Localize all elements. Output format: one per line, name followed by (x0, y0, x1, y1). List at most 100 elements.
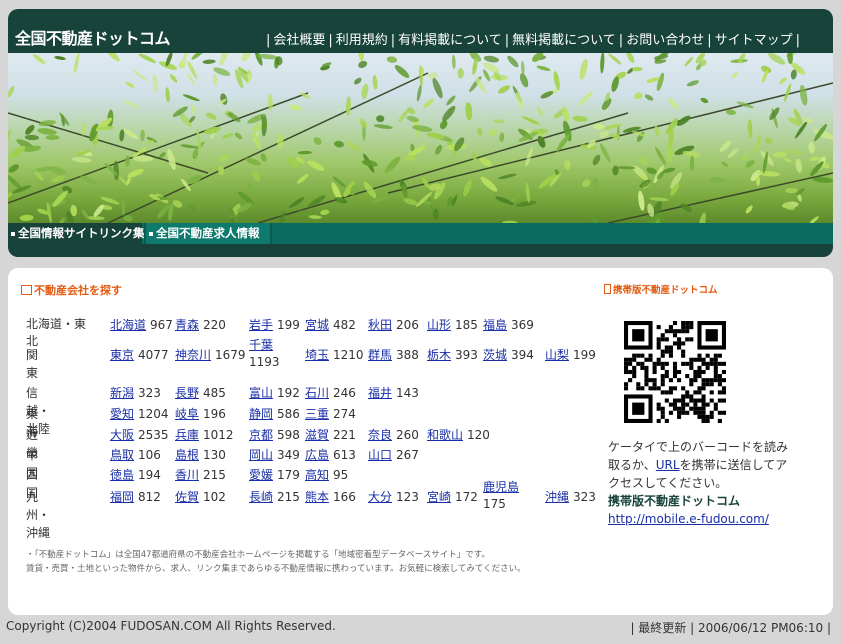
prefecture-link[interactable]: 石川 (305, 386, 329, 400)
qr-module (677, 414, 682, 419)
qr-module (693, 410, 698, 415)
company-count: 196 (203, 407, 226, 421)
prefecture-link[interactable]: 岐阜 (175, 407, 199, 421)
prefecture-link[interactable]: 秋田 (368, 318, 392, 332)
company-count: 102 (203, 490, 226, 504)
prefecture-link[interactable]: 徳島 (110, 468, 134, 482)
prefecture-item: 長崎 215 (249, 488, 300, 506)
qr-module (668, 353, 673, 358)
mobile-site-link[interactable]: http://mobile.e-fudou.com/ (608, 512, 769, 526)
site-logo[interactable]: 全国不動産ドットコム (15, 25, 171, 49)
banner-leaf (205, 112, 217, 120)
prefecture-link[interactable]: 山形 (427, 318, 451, 332)
prefecture-link[interactable]: 千葉 (249, 338, 273, 352)
prefecture-item: 群馬 388 (368, 346, 419, 364)
nav-contact[interactable]: お問い合わせ (626, 33, 704, 48)
qr-module (705, 418, 710, 423)
qr-module (697, 369, 702, 375)
note-line-1: ・「不動産ドットコム」は全国47都道府県の不動産会社ホームページを掲載する「地域… (26, 550, 490, 560)
prefecture-link[interactable]: 愛知 (110, 407, 134, 421)
qr-module (713, 378, 718, 383)
qr-module (664, 390, 669, 395)
prefecture-link[interactable]: 岡山 (249, 448, 273, 462)
prefecture-link[interactable]: 岩手 (249, 318, 273, 332)
qr-module (693, 390, 698, 395)
qr-module (697, 398, 702, 403)
banner-leaf (376, 115, 385, 123)
prefecture-link[interactable]: 神奈川 (175, 348, 211, 362)
prefecture-link[interactable]: 東京 (110, 348, 134, 362)
mobile-url-link[interactable]: URL (656, 458, 680, 472)
prefecture-link[interactable]: 大分 (368, 490, 392, 504)
banner-leaf (709, 177, 727, 183)
prefecture-link[interactable]: 三重 (305, 407, 329, 421)
prefecture-link[interactable]: 滋賀 (305, 428, 329, 442)
prefecture-link[interactable]: 熊本 (305, 490, 329, 504)
qr-module (685, 329, 690, 334)
company-count: 598 (277, 428, 300, 442)
prefecture-item: 滋賀 221 (305, 426, 356, 444)
qr-module (705, 414, 710, 419)
prefecture-link[interactable]: 愛媛 (249, 468, 273, 482)
prefecture-link[interactable]: 和歌山 (427, 428, 463, 442)
prefecture-link[interactable]: 鳥取 (110, 448, 134, 462)
banner-leaf (599, 130, 609, 138)
qr-module (660, 349, 665, 354)
prefecture-link[interactable]: 高知 (305, 468, 329, 482)
prefecture-link[interactable]: 山梨 (545, 348, 569, 362)
nav-company[interactable]: 会社概要 (273, 33, 325, 48)
prefecture-link[interactable]: 青森 (175, 318, 199, 332)
qr-module (660, 382, 665, 387)
qr-module (681, 386, 686, 391)
qr-module (668, 325, 673, 330)
nav-free[interactable]: 無料掲載について (512, 33, 616, 48)
prefecture-link[interactable]: 宮城 (305, 318, 329, 332)
banner-leaf (662, 167, 676, 173)
nav-paid[interactable]: 有料掲載について (398, 33, 502, 48)
prefecture-link[interactable]: 富山 (249, 386, 273, 400)
nav-terms[interactable]: 利用規約 (336, 33, 388, 48)
region-name: 北海道・東北 (26, 317, 87, 348)
qr-module (697, 353, 702, 358)
prefecture-link[interactable]: 京都 (249, 428, 273, 442)
qr-module (681, 353, 686, 358)
tab-jobs[interactable]: 全国不動産求人情報 (144, 223, 272, 244)
banner-leaf (277, 133, 284, 149)
qr-module (624, 365, 629, 370)
prefecture-link[interactable]: 栃木 (427, 348, 451, 362)
nav-sitemap[interactable]: サイトマップ (715, 33, 793, 48)
qr-module (681, 325, 686, 330)
prefecture-link[interactable]: 奈良 (368, 428, 392, 442)
prefecture-link[interactable]: 福井 (368, 386, 392, 400)
prefecture-link[interactable]: 広島 (305, 448, 329, 462)
prefecture-link[interactable]: 香川 (175, 468, 199, 482)
prefecture-link[interactable]: 静岡 (249, 407, 273, 421)
prefecture-link[interactable]: 群馬 (368, 348, 392, 362)
prefecture-link[interactable]: 宮崎 (427, 490, 451, 504)
prefecture-link[interactable]: 島根 (175, 448, 199, 462)
banner-leaf (442, 105, 456, 122)
prefecture-link[interactable]: 大阪 (110, 428, 134, 442)
banner-leaf (686, 80, 699, 87)
copyright: Copyright (C)2004 FUDOSAN.COM All Rights… (6, 619, 336, 633)
prefecture-link[interactable]: 新潟 (110, 386, 134, 400)
qr-module (652, 386, 657, 391)
prefecture-link[interactable]: 佐賀 (175, 490, 199, 504)
prefecture-link[interactable]: 長崎 (249, 490, 273, 504)
prefecture-link[interactable]: 福島 (483, 318, 507, 332)
prefecture-link[interactable]: 長野 (175, 386, 199, 400)
prefecture-link[interactable]: 茨城 (483, 348, 507, 362)
prefecture-link[interactable]: 沖縄 (545, 490, 569, 504)
banner-leaf (515, 92, 524, 110)
prefecture-link[interactable]: 山口 (368, 448, 392, 462)
prefecture-link[interactable]: 埼玉 (305, 348, 329, 362)
prefecture-link[interactable]: 福岡 (110, 490, 134, 504)
qr-module (656, 406, 661, 411)
company-count: 393 (455, 348, 478, 362)
prefecture-link[interactable]: 鹿児島 (483, 480, 519, 494)
prefecture-link[interactable]: 北海道 (110, 318, 146, 332)
tab-site-links[interactable]: 全国情報サイトリンク集 (8, 223, 145, 244)
prefecture-link[interactable]: 兵庫 (175, 428, 199, 442)
qr-module (632, 329, 645, 342)
qr-module (636, 386, 641, 391)
